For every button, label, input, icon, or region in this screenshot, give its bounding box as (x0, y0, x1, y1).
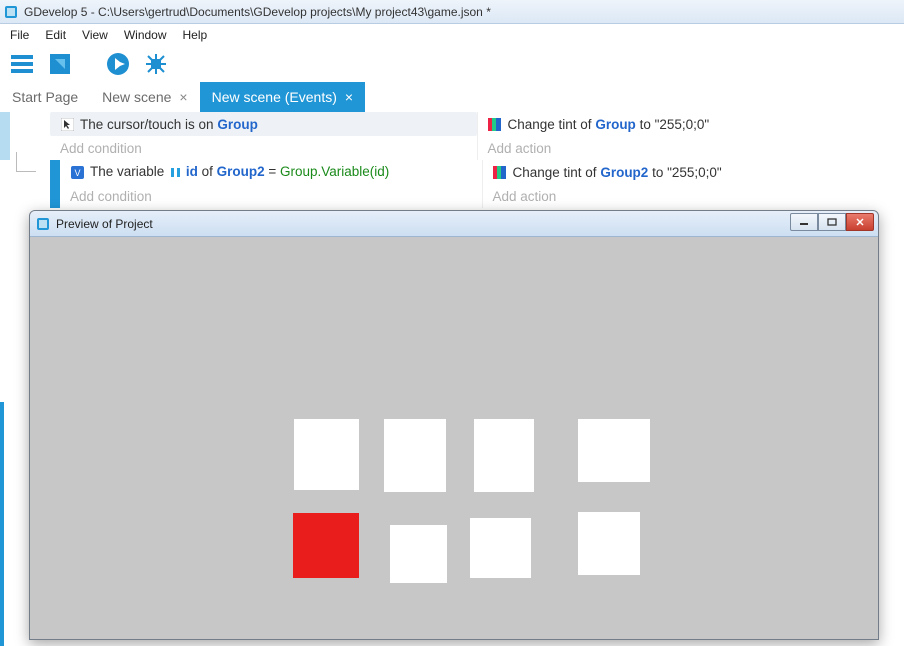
add-condition-button[interactable]: Add condition (60, 184, 482, 208)
sprite-tile[interactable] (578, 512, 640, 575)
close-button[interactable] (846, 213, 874, 231)
preview-icon[interactable] (104, 50, 132, 78)
menubar: File Edit View Window Help (0, 24, 904, 46)
sprite-tile[interactable] (384, 419, 446, 492)
app-icon (36, 217, 50, 231)
app-title: GDevelop 5 - C:\Users\gertrud\Documents\… (24, 5, 491, 19)
condition-row[interactable]: V The variable id of Group2 = Group.Vari… (60, 160, 482, 184)
action-text: Change tint of (508, 117, 596, 132)
events-editor: The cursor/touch is on Group Add conditi… (0, 112, 904, 208)
preview-canvas[interactable] (32, 239, 876, 639)
string-literal: "255;0;0" (655, 117, 710, 132)
tab-label: Start Page (12, 89, 78, 105)
event-block[interactable]: The cursor/touch is on Group Add conditi… (0, 112, 904, 160)
action-text: to (648, 165, 667, 180)
tint-icon (488, 117, 502, 131)
tab-label: New scene (Events) (212, 89, 337, 105)
object-variable-icon (168, 166, 182, 180)
string-literal: "255;0;0" (667, 165, 722, 180)
actions-column: Change tint of Group to "255;0;0" Add ac… (478, 112, 904, 160)
sprite-tile[interactable] (294, 419, 359, 490)
tab-label: New scene (102, 89, 171, 105)
menu-view[interactable]: View (74, 26, 116, 44)
action-text: Change tint of (513, 165, 601, 180)
maximize-button[interactable] (818, 213, 846, 231)
event-block[interactable]: V The variable id of Group2 = Group.Vari… (0, 160, 904, 208)
event-gutter (0, 112, 10, 160)
left-strip (0, 402, 4, 646)
condition-text: The variable (90, 164, 168, 179)
condition-text: of (198, 164, 217, 179)
tab-start-page[interactable]: Start Page (0, 82, 90, 112)
action-row[interactable]: Change tint of Group to "255;0;0" (478, 112, 904, 136)
conditions-column: V The variable id of Group2 = Group.Vari… (60, 160, 483, 208)
cursor-icon (60, 117, 74, 131)
app-titlebar: GDevelop 5 - C:\Users\gertrud\Documents\… (0, 0, 904, 24)
sprite-tile[interactable] (293, 513, 359, 578)
preview-titlebar[interactable]: Preview of Project (30, 211, 878, 237)
export-icon[interactable] (46, 50, 74, 78)
menu-window[interactable]: Window (116, 26, 175, 44)
sprite-tile[interactable] (578, 419, 650, 482)
action-row[interactable]: Change tint of Group2 to "255;0;0" (483, 160, 904, 184)
menu-file[interactable]: File (2, 26, 37, 44)
app-icon (4, 5, 18, 19)
menu-edit[interactable]: Edit (37, 26, 74, 44)
tint-icon (493, 165, 507, 179)
minimize-button[interactable] (790, 213, 818, 231)
variable-icon: V (70, 165, 84, 179)
condition-text: The cursor/touch is on (80, 117, 217, 132)
sprite-tile[interactable] (474, 419, 534, 492)
object-ref: Group (595, 117, 636, 132)
tab-bar: Start Page New scene × New scene (Events… (0, 82, 904, 112)
operator: = (265, 164, 280, 179)
project-manager-icon[interactable] (8, 50, 36, 78)
window-buttons (790, 213, 874, 231)
sprite-tile[interactable] (390, 525, 447, 583)
object-ref: Group2 (600, 165, 648, 180)
add-action-button[interactable]: Add action (478, 136, 904, 160)
object-ref: Group (217, 117, 258, 132)
actions-column: Change tint of Group2 to "255;0;0" Add a… (483, 160, 904, 208)
conditions-column: The cursor/touch is on Group Add conditi… (50, 112, 478, 160)
menu-help[interactable]: Help (175, 26, 216, 44)
object-ref: Group2 (217, 164, 265, 179)
preview-title: Preview of Project (56, 217, 153, 231)
condition-row[interactable]: The cursor/touch is on Group (50, 112, 477, 136)
close-icon[interactable]: × (179, 90, 187, 104)
close-icon[interactable]: × (345, 90, 353, 104)
add-action-button[interactable]: Add action (483, 184, 904, 208)
toolbar (0, 46, 904, 82)
tab-new-scene-events[interactable]: New scene (Events) × (200, 82, 365, 112)
add-condition-button[interactable]: Add condition (50, 136, 477, 160)
debug-icon[interactable] (142, 50, 170, 78)
sprite-tile[interactable] (470, 518, 531, 578)
variable-name: id (186, 164, 198, 179)
preview-window[interactable]: Preview of Project (29, 210, 879, 640)
svg-text:V: V (74, 168, 80, 178)
tab-new-scene[interactable]: New scene × (90, 82, 199, 112)
event-gutter (50, 160, 60, 208)
action-text: to (636, 117, 655, 132)
tree-connector-icon (16, 152, 36, 172)
expression: Group.Variable(id) (280, 164, 389, 179)
event-indent (10, 160, 50, 208)
